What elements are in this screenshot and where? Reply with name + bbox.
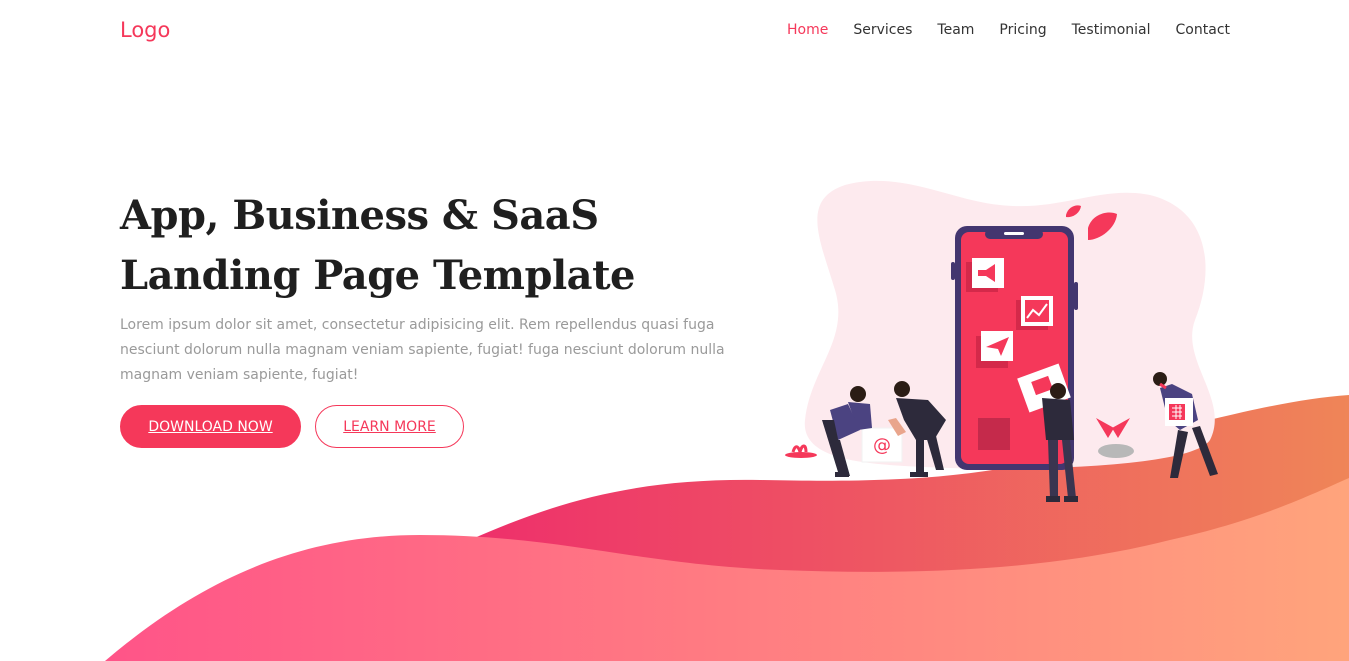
logo-link[interactable]: Logo (120, 18, 170, 42)
svg-text:@: @ (873, 435, 891, 456)
nav-link-pricing[interactable]: Pricing (999, 22, 1046, 38)
nav-link-services[interactable]: Services (853, 22, 912, 38)
plant-left-illustration (785, 444, 817, 458)
nav-item-home: Home (787, 21, 828, 39)
nav-link-contact[interactable]: Contact (1176, 22, 1230, 38)
nav-menu: Home Services Team Pricing Testimonial C… (762, 21, 1230, 39)
hero-title-line-2: Landing Page Template (120, 252, 636, 299)
learn-more-button[interactable]: LEARN MORE (315, 405, 464, 448)
nav-item-testimonial: Testimonial (1072, 21, 1151, 39)
download-now-button[interactable]: DOWNLOAD NOW (120, 405, 301, 448)
hero-title-line-1: App, Business & SaaS (120, 192, 599, 239)
nav-link-testimonial[interactable]: Testimonial (1072, 22, 1151, 38)
nav-item-services: Services (853, 21, 912, 39)
send-icon (976, 331, 1013, 368)
nav-link-home[interactable]: Home (787, 22, 828, 38)
phone-tile-placeholder (978, 418, 1010, 450)
nav-item-team: Team (937, 21, 974, 39)
email-card-illustration: @ (861, 427, 903, 463)
chart-icon (1016, 296, 1053, 330)
navbar: Logo Home Services Team Pricing Testimon… (0, 0, 1349, 60)
nav-item-pricing: Pricing (999, 21, 1046, 39)
hero-description: Lorem ipsum dolor sit amet, consectetur … (120, 317, 725, 383)
nav-link-team[interactable]: Team (937, 22, 974, 38)
hero-title: App, Business & SaaS Landing Page Templa… (120, 186, 760, 306)
nav-item-contact: Contact (1176, 21, 1230, 39)
megaphone-icon (966, 258, 1004, 292)
